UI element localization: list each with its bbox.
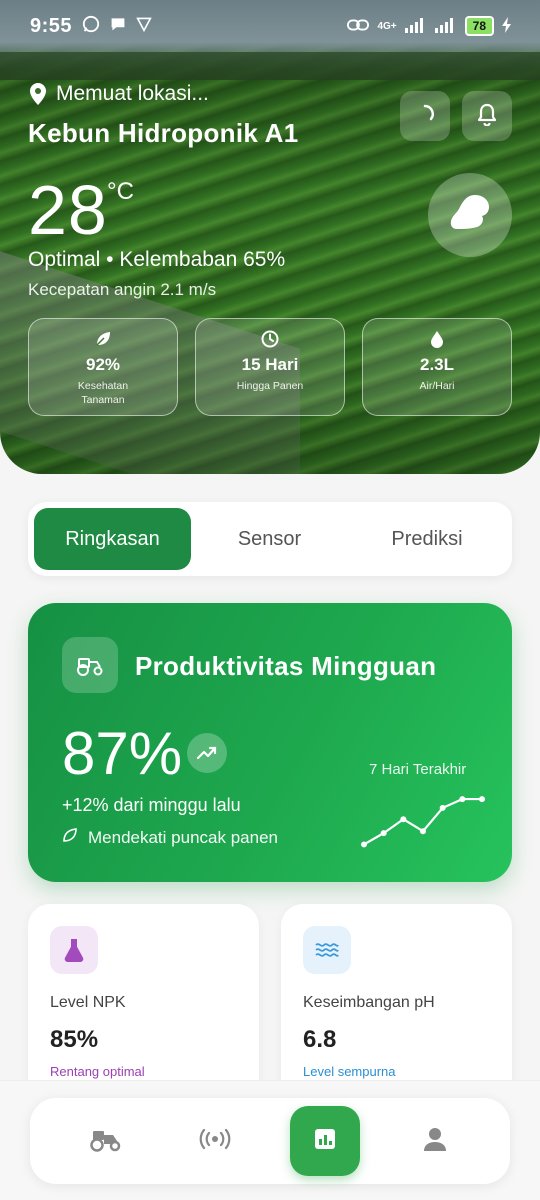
trending-up-icon	[187, 733, 227, 773]
stat-label: Air/Hari	[419, 380, 455, 392]
temperature-value: 28	[28, 171, 108, 249]
sparkline-point	[479, 796, 485, 803]
status-time: 9:55	[30, 14, 73, 37]
farm-name: Kebun Hidroponik A1	[28, 118, 299, 148]
tractor-icon	[62, 637, 118, 693]
chat-icon	[110, 16, 126, 36]
loading-spinner-icon	[414, 103, 436, 130]
notification-button[interactable]	[462, 91, 512, 141]
signal-icon-2	[434, 17, 457, 36]
sparkline-path	[363, 797, 482, 846]
sparkline-point	[361, 841, 367, 848]
wind-speed: Kecepatan angin 2.1 m/s	[28, 280, 217, 299]
productivity-title: Produktivitas Mingguan	[135, 651, 437, 681]
location-text: Memuat lokasi...	[56, 82, 209, 105]
whatsapp-icon	[82, 15, 100, 37]
productivity-note: Mendekati puncak panen	[62, 827, 278, 848]
link-icon	[347, 17, 370, 36]
nav-dashboard[interactable]	[290, 1106, 360, 1176]
sparkline-point	[439, 804, 446, 811]
bell-icon	[476, 102, 498, 131]
productivity-change: +12% dari minggu lalu	[62, 795, 241, 815]
nav-profile[interactable]	[395, 1098, 475, 1184]
bottom-nav	[30, 1098, 510, 1184]
status-bar: 9:55 4G+ 78	[0, 0, 540, 52]
chart-icon	[313, 1127, 337, 1156]
metric-value: 6.8	[303, 1026, 337, 1053]
tab-bar: Ringkasan Sensor Prediksi	[28, 502, 512, 576]
hero-header: 9:55 4G+ 78 Memuat lokasi... Kebun Hidro…	[0, 0, 540, 474]
weekly-trend-sparkline	[361, 796, 485, 848]
shield-app-icon	[136, 16, 152, 36]
stat-harvest-time[interactable]: 15 Hari Hingga Panen	[195, 318, 345, 416]
metric-status: Rentang optimal	[50, 1064, 145, 1079]
network-type: 4G+	[377, 20, 397, 32]
refresh-button[interactable]	[400, 91, 450, 141]
nav-sensor[interactable]	[175, 1098, 255, 1184]
tab-sensor[interactable]: Sensor	[198, 508, 341, 570]
sparkline-point	[420, 828, 426, 835]
tractor-icon	[88, 1126, 122, 1157]
productivity-value: 87%	[62, 720, 183, 787]
battery-level: 78	[464, 16, 494, 36]
stat-value: 15 Hari	[241, 355, 299, 374]
treeline-background	[0, 52, 540, 80]
stat-value: 92%	[85, 355, 121, 374]
productivity-note-text: Mendekati puncak panen	[88, 827, 278, 847]
metric-label: Keseimbangan pH	[303, 994, 435, 1011]
nav-farm[interactable]	[65, 1098, 145, 1184]
charging-icon	[502, 16, 512, 36]
location-row[interactable]: Memuat lokasi...	[30, 82, 209, 106]
leaf-outline-icon	[62, 827, 78, 848]
weather-button[interactable]	[428, 173, 512, 257]
sparkline-point	[459, 796, 466, 803]
stat-label: Kesehatan Tanaman	[77, 380, 129, 406]
sensor-icon	[199, 1128, 231, 1155]
npk-card[interactable]: Level NPK 85% Rentang optimal	[28, 904, 259, 1104]
stat-water-usage[interactable]: 2.3L Air/Hari	[362, 318, 512, 416]
period-label: 7 Hari Terakhir	[369, 761, 467, 778]
stat-label: Hingga Panen	[236, 380, 304, 392]
metric-label: Level NPK	[50, 994, 126, 1011]
drop-icon	[363, 330, 511, 350]
sparkline-point	[380, 830, 387, 837]
flask-icon	[50, 926, 98, 974]
leaf-icon	[29, 330, 177, 350]
user-icon	[422, 1126, 448, 1157]
tab-prediction[interactable]: Prediksi	[348, 508, 506, 570]
cloud-icon	[449, 193, 491, 238]
metric-value: 85%	[50, 1026, 99, 1053]
app-screen: 9:55 4G+ 78 Memuat lokasi... Kebun Hidro…	[0, 0, 540, 1200]
stat-plant-health[interactable]: 92% Kesehatan Tanaman	[28, 318, 178, 416]
sparkline-point	[400, 816, 407, 823]
location-pin-icon	[30, 83, 46, 105]
waves-icon	[303, 926, 351, 974]
condition-text: Optimal • Kelembaban 65%	[28, 248, 286, 271]
temperature-unit: °C	[107, 178, 134, 205]
stat-value: 2.3L	[419, 355, 455, 374]
clock-icon	[196, 330, 344, 350]
metric-status: Level sempurna	[303, 1064, 396, 1079]
tab-summary[interactable]: Ringkasan	[34, 508, 191, 570]
productivity-card[interactable]: Produktivitas Mingguan 87% +12% dari min…	[28, 603, 512, 882]
signal-icon	[404, 17, 427, 36]
ph-card[interactable]: Keseimbangan pH 6.8 Level sempurna	[281, 904, 512, 1104]
